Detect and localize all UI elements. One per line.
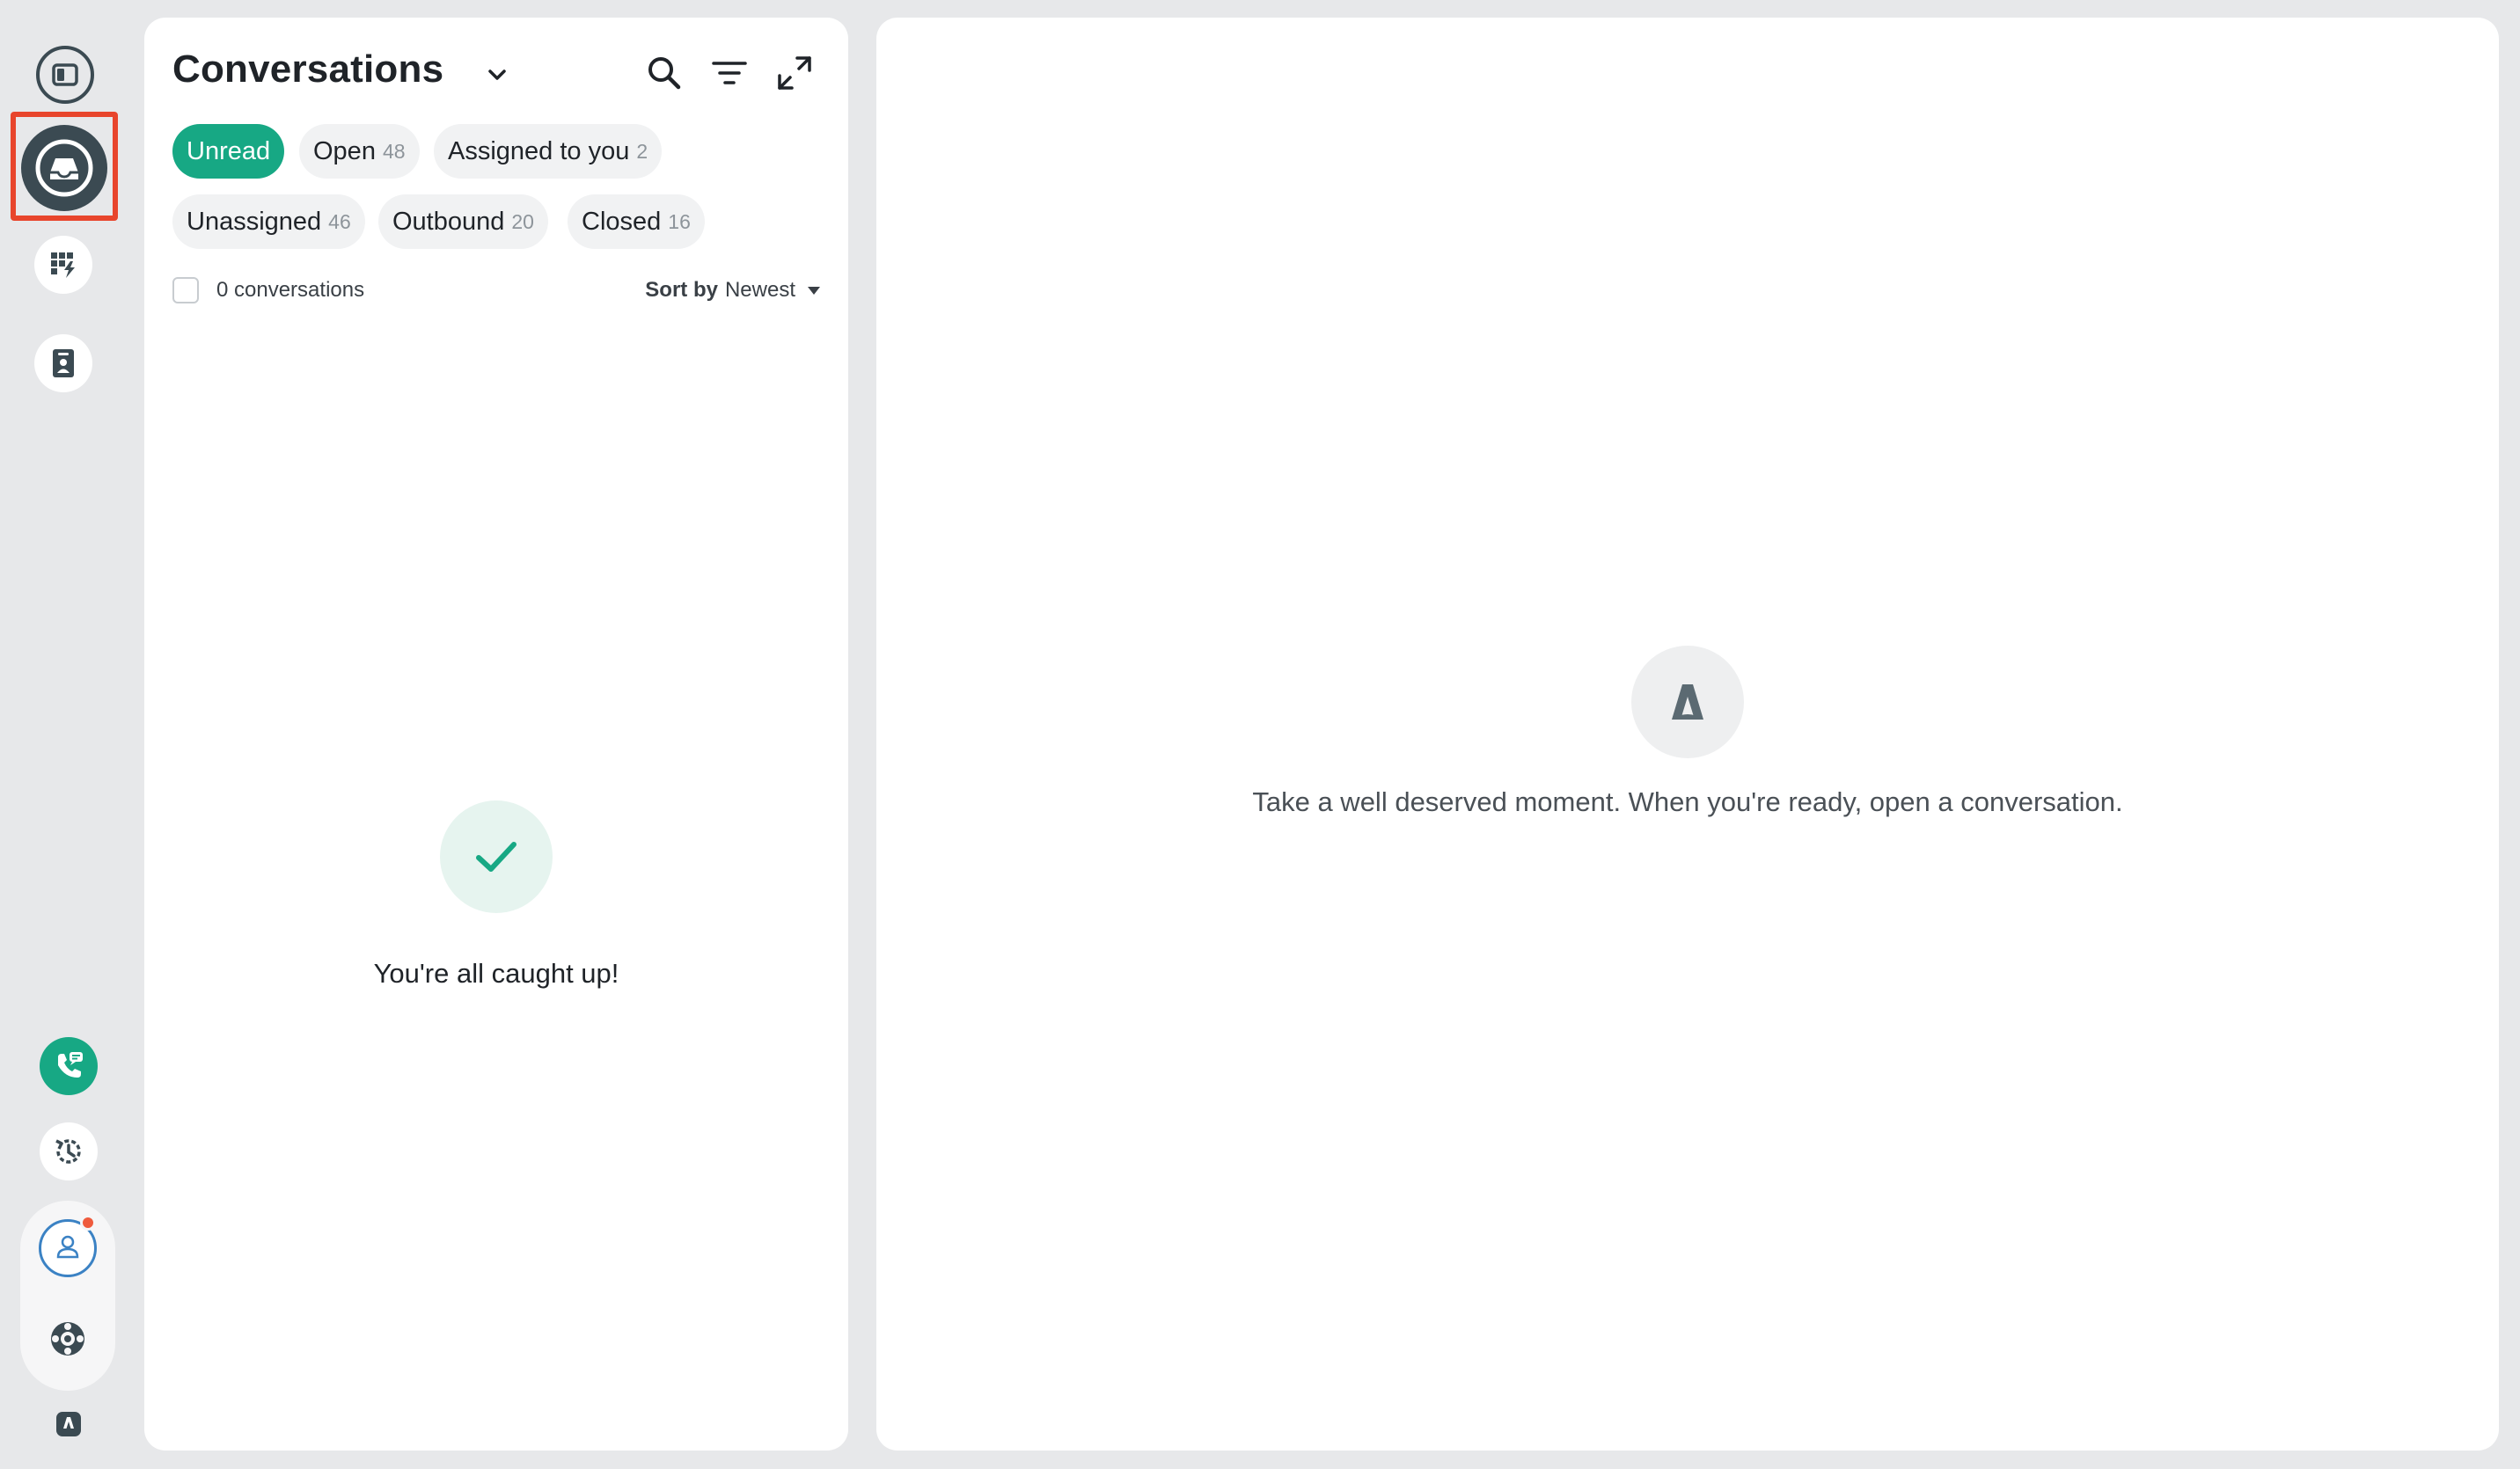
chip-label: Outbound — [392, 207, 505, 236]
chip-count: 2 — [636, 139, 648, 163]
workflow-grid-icon — [49, 251, 77, 279]
conversation-count: 0 conversations — [216, 278, 365, 302]
history-button[interactable] — [40, 1122, 98, 1180]
sort-value: Newest — [724, 278, 795, 302]
chip-label: Unread — [187, 136, 271, 165]
left-rail — [0, 0, 132, 1469]
checkmark-icon — [440, 800, 553, 913]
sort-dropdown[interactable]: Sort by Newest — [645, 274, 820, 306]
chip-label: Unassigned — [187, 207, 322, 236]
lifebuoy-icon — [48, 1319, 87, 1363]
brand-logo-icon — [61, 1414, 77, 1435]
filter-chip-closed[interactable]: Closed 16 — [568, 194, 705, 249]
phone-chat-button[interactable] — [40, 1037, 98, 1095]
chip-label: Closed — [582, 207, 662, 236]
empty-state-message: You're all caught up! — [373, 958, 619, 989]
conversation-detail-panel: Take a well deserved moment. When you're… — [876, 18, 2499, 1451]
filter-chip-unread[interactable]: Unread — [172, 124, 285, 179]
inbox-button[interactable] — [21, 125, 107, 211]
sidebar-toggle-button[interactable] — [36, 46, 94, 104]
chip-count: 46 — [328, 209, 351, 233]
filter-chip-unassigned[interactable]: Unassigned 46 — [172, 194, 365, 249]
chip-label: Open — [313, 136, 376, 165]
empty-detail-message: Take a well deserved moment. When you're… — [1252, 786, 2123, 817]
filter-button[interactable] — [707, 53, 751, 97]
caret-down-icon — [808, 286, 820, 295]
chip-count: 20 — [511, 209, 534, 233]
help-button[interactable] — [48, 1320, 88, 1361]
search-button[interactable] — [642, 53, 686, 97]
filter-chip-outbound[interactable]: Outbound 20 — [378, 194, 548, 249]
history-icon — [51, 1134, 86, 1169]
inbox-icon — [33, 137, 95, 199]
filter-chip-open[interactable]: Open 48 — [299, 124, 420, 179]
sidebar-toggle-icon — [52, 63, 78, 86]
contacts-button[interactable] — [34, 334, 92, 392]
page-title: Conversations — [172, 48, 444, 91]
chip-label: Assigned to you — [448, 136, 630, 165]
user-avatar-icon — [53, 1231, 83, 1266]
chip-count: 16 — [668, 209, 691, 233]
expand-button[interactable] — [773, 53, 817, 97]
conversations-panel: Conversations Unread Open 48 Assigned to… — [144, 18, 848, 1451]
filter-icon — [711, 55, 748, 96]
select-all-row: 0 conversations — [172, 274, 364, 306]
notification-dot — [80, 1215, 96, 1231]
chip-count: 48 — [382, 139, 406, 163]
brand-logo-icon — [1631, 646, 1744, 758]
search-icon — [646, 55, 683, 96]
chevron-down-icon[interactable] — [484, 62, 510, 88]
workflows-button[interactable] — [34, 236, 92, 294]
account-card — [20, 1201, 115, 1391]
contact-card-icon — [50, 347, 77, 379]
filter-chip-assigned-to-you[interactable]: Assigned to you 2 — [434, 124, 663, 179]
expand-icon — [776, 55, 813, 96]
select-all-checkbox[interactable] — [172, 277, 199, 303]
brand-button[interactable] — [56, 1412, 81, 1436]
phone-chat-icon — [51, 1049, 86, 1084]
sort-label: Sort by — [645, 278, 718, 302]
